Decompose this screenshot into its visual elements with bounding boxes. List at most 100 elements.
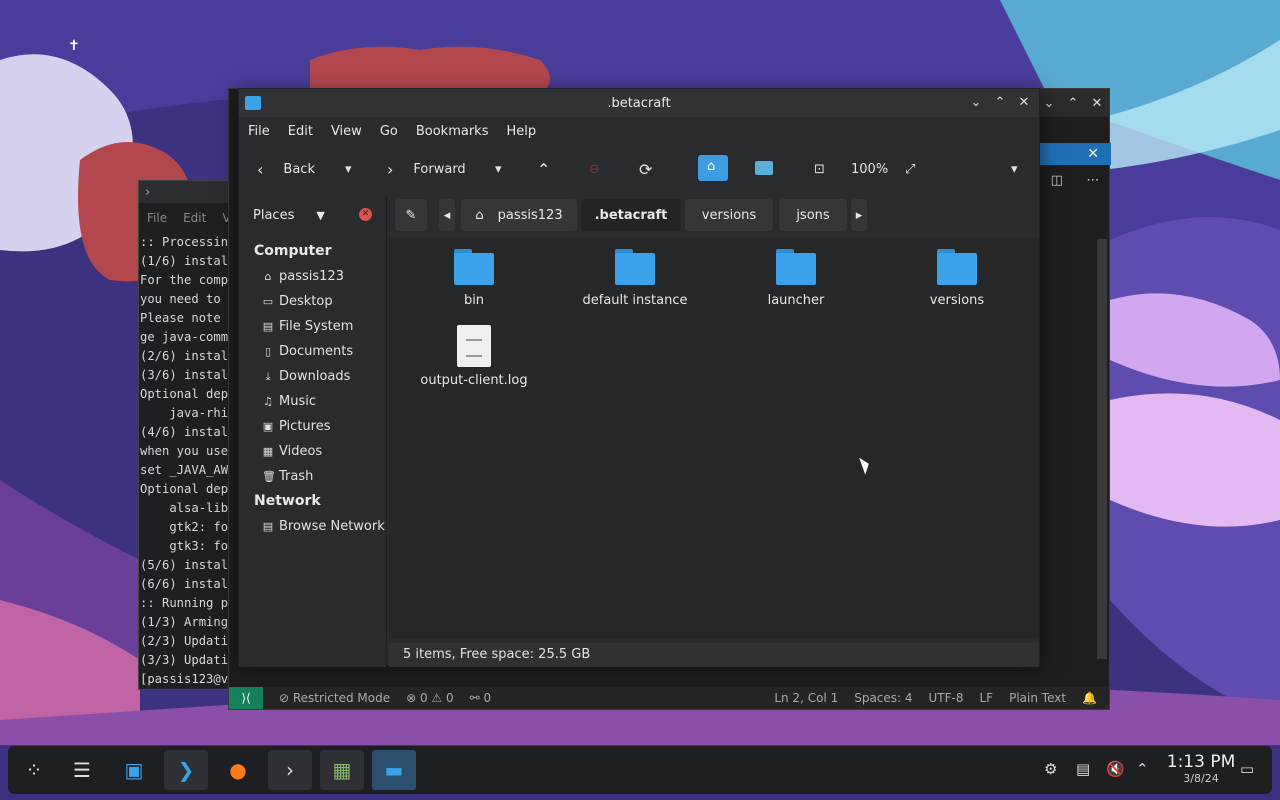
terminal-menu-edit[interactable]: Edit (183, 211, 206, 225)
show-desktop-icon[interactable]: ▭ (1240, 760, 1254, 778)
dolphin-icon[interactable]: ▬ (372, 750, 416, 790)
home-folder-button[interactable] (698, 155, 728, 181)
terminal-icon[interactable]: › (268, 750, 312, 790)
status-bar-right: Ln 2, Col 1 Spaces: 4 UTF-8 LF Plain Tex… (774, 691, 1097, 705)
vscode-notification-close[interactable]: ✕ (1039, 143, 1111, 165)
menu-view[interactable]: View (331, 124, 362, 139)
tray-expand-icon[interactable]: ⌃ (1136, 760, 1149, 778)
sidebar-item-label: passis123 (279, 269, 344, 284)
up-button[interactable]: ⌃ (537, 155, 550, 183)
sidebar-item-label: File System (279, 319, 354, 334)
place-icon: ⤓ (265, 370, 271, 383)
clock-time: 1:13 PM (1166, 752, 1236, 772)
window-controls: ⌄ ⌃ ✕ (967, 93, 1033, 113)
minimize-icon[interactable]: ⌄ (967, 93, 985, 113)
sidebar-item-trash[interactable]: 🗑 Trash (239, 464, 387, 489)
main-toolbar: ‹ Back ▾ › Forward ▾ ⌃ ⊖ ⟳ ⊡ 100% ⤢ ▾ (239, 151, 1039, 187)
maximize-icon[interactable]: ⌃ (991, 93, 1009, 113)
notifications-bell-icon[interactable]: 🔔 (1082, 691, 1097, 705)
breadcrumb-passis123[interactable]: ⌂ passis123 (461, 199, 577, 231)
forward-history-dropdown[interactable]: ▾ (495, 155, 502, 183)
clock[interactable]: 1:13 PM 3/8/24 (1158, 752, 1244, 785)
discover-store-icon[interactable]: ▣ (112, 750, 156, 790)
expand-icon: ⤢ (905, 161, 916, 177)
fullscreen-button[interactable]: ⤢ (905, 155, 915, 183)
places-section-title: Computer (254, 243, 332, 259)
sidebar-item-documents[interactable]: ▯ Documents (239, 339, 387, 364)
dolphin-window[interactable]: .betacraft ⌄ ⌃ ✕ File Edit View Go Bookm… (238, 88, 1040, 667)
toolbar-overflow-button[interactable]: ▾ (1011, 155, 1018, 183)
remote-indicator-icon[interactable]: ⟩⟨ (229, 687, 263, 709)
reload-button[interactable]: ⟳ (639, 155, 652, 183)
breadcrumb-scroll-left[interactable]: ◂ (439, 199, 455, 231)
edit-location-button[interactable]: ✎ (395, 199, 427, 231)
file-item-launcher[interactable]: launcher (731, 249, 861, 308)
close-panel-icon[interactable]: ✕ (359, 208, 372, 221)
more-actions-icon[interactable]: ⋯ (1086, 173, 1099, 195)
sidebar-item-label: Downloads (279, 369, 351, 384)
stop-button[interactable]: ⊖ (589, 155, 600, 183)
breadcrumb-scroll-right[interactable]: ▸ (851, 199, 867, 231)
sidebar-item-pictures[interactable]: ▣ Pictures (239, 414, 387, 439)
sidebar-item-downloads[interactable]: ⤓ Downloads (239, 364, 387, 389)
arrow-right-icon: ▸ (855, 207, 863, 223)
sidebar-item-passis123[interactable]: ⌂ passis123 (239, 264, 387, 289)
language-mode[interactable]: Plain Text (1009, 691, 1066, 705)
vscode-scrollbar[interactable] (1097, 239, 1107, 659)
chevron-down-icon[interactable]: ▼ (316, 209, 324, 222)
restricted-mode-status[interactable]: ⊘ Restricted Mode (279, 691, 390, 705)
chevron-left-icon: ‹ (257, 159, 264, 179)
file-item-default-instance[interactable]: default instance (570, 249, 700, 308)
breadcrumb-versions[interactable]: versions (685, 199, 773, 231)
terminal-menu-file[interactable]: File (147, 211, 167, 225)
menu-go[interactable]: Go (380, 124, 398, 139)
terminal-app-icon: › (145, 184, 151, 200)
file-item-bin[interactable]: bin (409, 249, 539, 308)
file-item-output-client-log[interactable]: output-client.log (409, 325, 539, 388)
menu-file[interactable]: File (248, 124, 270, 139)
folder-icon (937, 249, 977, 285)
encoding-status[interactable]: UTF-8 (929, 691, 964, 705)
place-icon: ▤ (262, 320, 274, 333)
close-icon[interactable]: ✕ (1092, 96, 1103, 111)
place-icon: ▦ (262, 445, 274, 458)
menu-help[interactable]: Help (506, 124, 536, 139)
fit-view-button[interactable]: ⊡ (814, 155, 825, 183)
volume-muted-icon[interactable]: 🔇 (1106, 760, 1125, 778)
app-launcher-icon[interactable]: ⁘ (12, 750, 56, 790)
sidebar-item-videos[interactable]: ▦ Videos (239, 439, 387, 464)
preview-icon[interactable] (755, 161, 773, 175)
firefox-icon[interactable]: ● (216, 750, 260, 790)
breadcrumb-betacraft[interactable]: .betacraft (581, 199, 681, 231)
ports-status[interactable]: ⚯ 0 (470, 691, 492, 705)
menu-edit[interactable]: Edit (288, 124, 313, 139)
menu-bookmarks[interactable]: Bookmarks (416, 124, 489, 139)
indentation-status[interactable]: Spaces: 4 (854, 691, 912, 705)
sidebar-item-file-system[interactable]: ▤ File System (239, 314, 387, 339)
maximize-icon[interactable]: ⌃ (1068, 96, 1079, 111)
back-button[interactable]: ‹ Back (257, 155, 315, 183)
arrow-left-icon: ◂ (443, 207, 451, 223)
betacraft-icon[interactable]: ▦ (320, 750, 364, 790)
close-icon[interactable]: ✕ (1015, 93, 1033, 113)
zoom-level[interactable]: 100% (851, 155, 888, 183)
minimize-icon[interactable]: ⌄ (1044, 96, 1055, 111)
clipboard-icon[interactable]: ▤ (1076, 760, 1090, 778)
task-manager-icon[interactable]: ☰ (60, 750, 104, 790)
forward-button[interactable]: › Forward (387, 155, 466, 183)
vscode-editor-actions: ◫ ⋯ (1039, 173, 1111, 195)
cursor-position[interactable]: Ln 2, Col 1 (774, 691, 838, 705)
vscode-icon[interactable]: ❯ (164, 750, 208, 790)
problems-status[interactable]: ⊗ 0 ⚠ 0 (406, 691, 454, 705)
sidebar-item-music[interactable]: ♫ Music (239, 389, 387, 414)
eol-status[interactable]: LF (980, 691, 994, 705)
breadcrumb-jsons[interactable]: jsons (779, 199, 847, 231)
back-history-dropdown[interactable]: ▾ (345, 155, 352, 183)
file-item-versions[interactable]: versions (892, 249, 1022, 308)
sidebar-item-desktop[interactable]: ▭ Desktop (239, 289, 387, 314)
split-editor-icon[interactable]: ◫ (1051, 173, 1063, 195)
dolphin-titlebar[interactable]: .betacraft ⌄ ⌃ ✕ (239, 89, 1039, 117)
sidebar-item-browse-network[interactable]: ▤ Browse Network (239, 514, 387, 539)
file-view[interactable]: bin default instance launcher versions o… (389, 237, 1039, 639)
network-icon[interactable]: ⚙ (1044, 760, 1057, 778)
